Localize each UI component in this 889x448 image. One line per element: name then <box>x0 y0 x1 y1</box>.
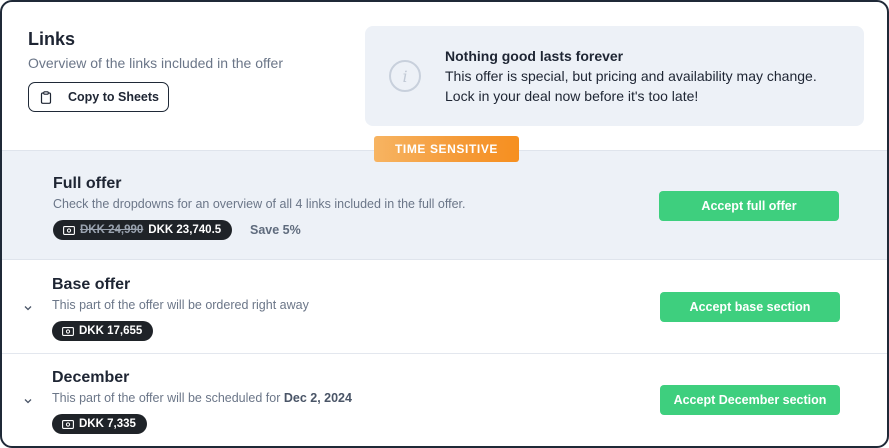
base-offer-price: DKK 17,655 <box>79 325 143 337</box>
time-sensitive-badge: TIME SENSITIVE <box>374 136 519 162</box>
page-subtitle: Overview of the links included in the of… <box>28 55 283 71</box>
december-offer-title: December <box>52 369 130 386</box>
notice-text-line-2: Lock in your deal now before it's too la… <box>445 88 699 104</box>
time-sensitive-notice: i Nothing good lasts forever This offer … <box>365 26 864 126</box>
money-icon <box>63 225 75 235</box>
december-offer-description: This part of the offer will be scheduled… <box>52 391 352 405</box>
copy-to-sheets-label: Copy to Sheets <box>68 90 159 104</box>
money-icon <box>62 326 74 336</box>
december-offer-price-badge: DKK 7,335 <box>52 414 147 434</box>
accept-full-offer-button[interactable]: Accept full offer <box>659 191 839 221</box>
copy-to-sheets-button[interactable]: Copy to Sheets <box>28 82 169 112</box>
accept-december-section-button[interactable]: Accept December section <box>660 385 840 415</box>
notice-text-line-1: This offer is special, but pricing and a… <box>445 68 817 84</box>
info-icon: i <box>389 60 421 92</box>
december-offer-price: DKK 7,335 <box>79 418 136 430</box>
full-offer-price: DKK 23,740.5 <box>148 224 222 236</box>
row-divider <box>2 353 887 354</box>
full-offer-description: Check the dropdowns for an overview of a… <box>53 197 466 211</box>
notice-title: Nothing good lasts forever <box>445 48 624 64</box>
full-offer-title: Full offer <box>53 175 122 192</box>
money-icon <box>62 419 74 429</box>
chevron-down-icon[interactable] <box>22 304 34 312</box>
december-scheduled-date: Dec 2, 2024 <box>283 391 352 405</box>
clipboard-icon <box>40 90 52 104</box>
base-offer-title: Base offer <box>52 276 131 293</box>
accept-base-section-button[interactable]: Accept base section <box>660 292 840 322</box>
december-description-text: This part of the offer will be scheduled… <box>52 391 284 405</box>
base-offer-description: This part of the offer will be ordered r… <box>52 298 309 312</box>
chevron-down-icon[interactable] <box>22 397 34 405</box>
base-offer-price-badge: DKK 17,655 <box>52 321 154 341</box>
page-title: Links <box>28 29 76 49</box>
links-panel: Links Overview of the links included in … <box>0 0 889 448</box>
full-offer-price-badge: DKK 24,990 DKK 23,740.5 <box>53 220 233 240</box>
full-offer-savings: Save 5% <box>250 223 301 237</box>
full-offer-old-price: DKK 24,990 <box>80 224 144 236</box>
